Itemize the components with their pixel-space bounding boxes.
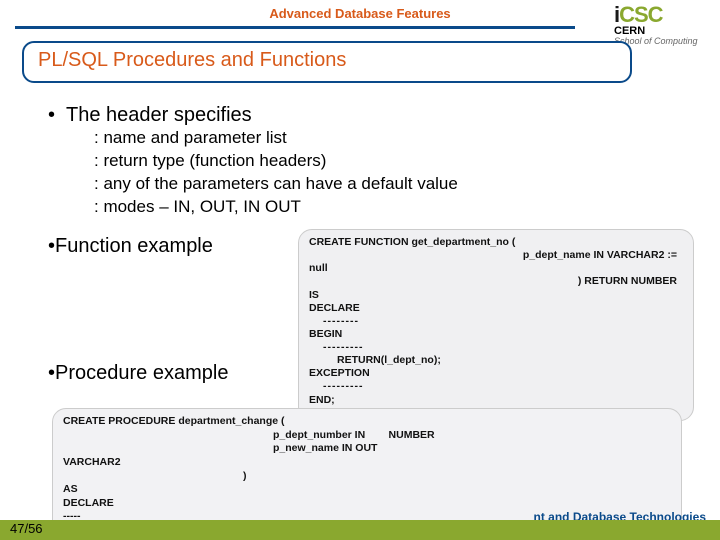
bullet-dot-icon: • — [48, 362, 55, 384]
code-line: p_dept_number IN NUMBER — [63, 429, 671, 443]
code-line: END; — [309, 394, 683, 407]
subbullet-4: : modes – IN, OUT, IN OUT — [94, 196, 668, 219]
code-line: p_dept_name IN VARCHAR2 := — [309, 249, 683, 262]
subbullet-1: : name and parameter list — [94, 127, 668, 150]
bullet-header-specifies: •The header specifies — [48, 104, 668, 127]
code-line: -------- — [309, 315, 683, 328]
code-line: --------- — [309, 341, 683, 354]
icsc-logo: iCSC — [614, 4, 706, 26]
header-underline — [15, 26, 575, 29]
footer-bar — [0, 520, 720, 540]
code-line: ) — [63, 470, 671, 484]
code-line: ) RETURN NUMBER — [309, 275, 683, 288]
code-line: DECLARE — [309, 302, 683, 315]
slide-title: PL/SQL Procedures and Functions — [22, 41, 632, 83]
code-line: p_new_name IN OUT — [63, 442, 671, 456]
code-line: VARCHAR2 — [63, 456, 671, 470]
code-line: CREATE FUNCTION get_department_no ( — [309, 236, 683, 249]
bullet-dot-icon: • — [48, 104, 66, 127]
function-code-box: CREATE FUNCTION get_department_no ( p_de… — [298, 229, 694, 421]
icsc-csc: CSC — [619, 2, 662, 27]
code-line: AS — [63, 483, 671, 497]
logo-block: iCSC CERN School of Computing — [614, 4, 706, 46]
subbullet-3: : any of the parameters can have a defau… — [94, 173, 668, 196]
code-line: null — [309, 262, 683, 275]
bullet-dot-icon: • — [48, 235, 55, 257]
code-line: IS — [309, 289, 683, 302]
code-line: DECLARE — [63, 497, 671, 511]
code-line: RETURN(l_dept_no); — [309, 354, 683, 367]
subbullet-2: : return type (function headers) — [94, 150, 668, 173]
code-line: EXCEPTION — [309, 367, 683, 380]
slide-title-text: PL/SQL Procedures and Functions — [38, 49, 346, 71]
code-line: CREATE PROCEDURE department_change ( — [63, 415, 671, 429]
page-number: 47/56 — [10, 521, 43, 536]
header-title: Advanced Database Features — [269, 6, 450, 21]
code-line: --------- — [309, 380, 683, 393]
code-line: BEGIN — [309, 328, 683, 341]
